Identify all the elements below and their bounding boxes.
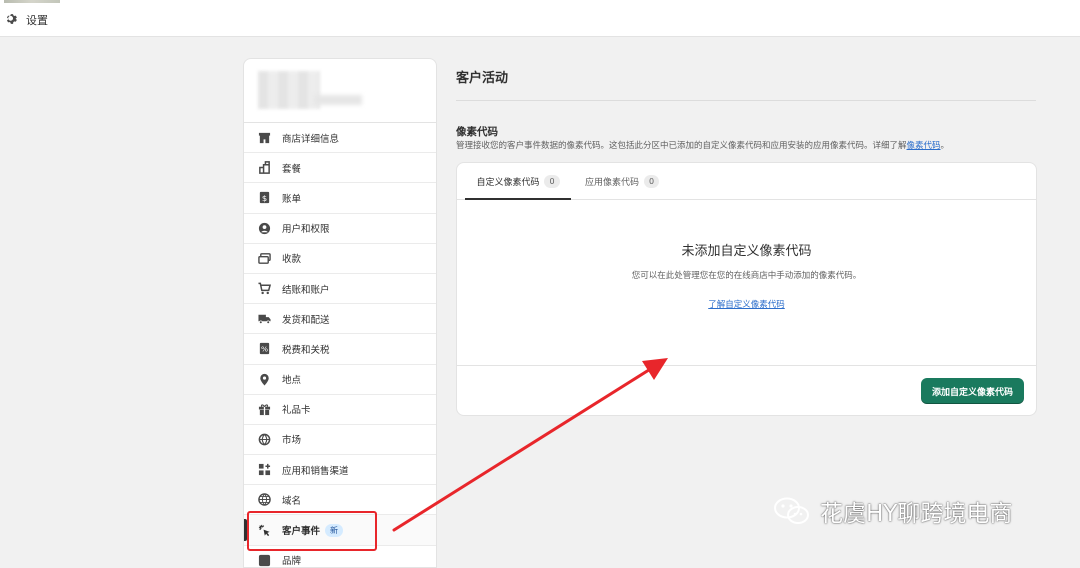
tab-app-pixels[interactable]: 应用像素代码 0 xyxy=(585,163,660,199)
sidebar-item-label: 地点 xyxy=(282,375,302,387)
page-title: 客户活动 xyxy=(456,71,509,86)
pixel-tabs: 自定义像素代码 0 应用像素代码 0 xyxy=(457,163,1036,200)
brand-icon xyxy=(257,553,271,567)
sidebar-item-label: 税费和关税 xyxy=(282,344,330,356)
gift-icon xyxy=(257,402,271,416)
sidebar-item-users[interactable]: 用户和权限 xyxy=(244,214,436,244)
tab-count: 0 xyxy=(644,174,660,188)
sidebar-item-apps[interactable]: 应用和销售渠道 xyxy=(244,455,436,486)
sidebar-item-gift-cards[interactable]: 礼品卡 xyxy=(244,395,436,425)
sidebar-item-payments[interactable]: 收款 xyxy=(244,244,436,274)
description-suffix: 。 xyxy=(940,141,950,151)
location-icon xyxy=(257,372,271,386)
description-text: 管理接收您的客户事件数据的像素代码。这包括此分区中已添加的自定义像素代码和应用安… xyxy=(456,141,907,151)
learn-custom-pixels-link[interactable]: 了解自定义像素代码 xyxy=(457,298,1036,310)
sidebar-item-store-details[interactable]: 商店详细信息 xyxy=(244,123,436,154)
sidebar-item-label: 收款 xyxy=(282,254,302,266)
sidebar-item-label: 用户和权限 xyxy=(282,224,330,236)
pixels-learn-more-link[interactable]: 像素代码 xyxy=(907,141,941,151)
billing-icon: $ xyxy=(257,191,271,205)
card-footer-divider xyxy=(457,365,1036,366)
cart-icon xyxy=(257,282,271,296)
svg-text:$: $ xyxy=(261,193,266,203)
tax-icon: % xyxy=(257,342,271,356)
store-header[interactable] xyxy=(244,59,436,123)
wechat-icon xyxy=(774,497,809,524)
sidebar-item-label: 账单 xyxy=(282,193,302,205)
sidebar-item-label: 品牌 xyxy=(282,556,302,568)
sidebar-item-label: 套餐 xyxy=(282,163,302,175)
tab-count: 0 xyxy=(544,174,560,188)
domain-icon xyxy=(257,493,271,507)
sidebar-item-plan[interactable]: 套餐 xyxy=(244,153,436,184)
settings-sidebar: 商店详细信息 套餐 $ 账单 用户和权限 收款 结账和账户 发货和配送 % 税费… xyxy=(243,58,437,568)
blurred-store-name xyxy=(314,95,362,105)
add-custom-pixel-button[interactable]: 添加自定义像素代码 xyxy=(920,378,1024,404)
sidebar-item-shipping[interactable]: 发货和配送 xyxy=(244,304,436,335)
sidebar-item-locations[interactable]: 地点 xyxy=(244,365,436,395)
empty-state-title: 未添加自定义像素代码 xyxy=(681,244,812,259)
watermark-text: 花虞HY聊跨境电商 xyxy=(820,501,1013,527)
plan-icon xyxy=(257,161,271,175)
blurred-store-logo xyxy=(258,71,320,109)
sidebar-item-checkout[interactable]: 结账和账户 xyxy=(244,274,436,305)
svg-text:%: % xyxy=(260,345,267,354)
store-icon xyxy=(257,131,271,145)
pixels-section-description: 管理接收您的客户事件数据的像素代码。这包括此分区中已添加的自定义像素代码和应用安… xyxy=(456,139,949,151)
user-icon xyxy=(257,221,271,235)
payments-icon xyxy=(257,251,271,265)
watermark: 花虞HY聊跨境电商 xyxy=(772,494,1012,528)
annotation-highlight-box xyxy=(247,511,377,551)
sidebar-item-label: 结账和账户 xyxy=(282,284,330,296)
title-divider xyxy=(456,100,1036,101)
globe-icon xyxy=(257,432,271,446)
sidebar-item-label: 域名 xyxy=(282,495,302,507)
sidebar-item-taxes[interactable]: % 税费和关税 xyxy=(244,334,436,365)
sidebar-item-label: 发货和配送 xyxy=(282,314,330,326)
blurred-strip xyxy=(4,0,60,3)
gear-icon[interactable] xyxy=(5,12,19,26)
top-bar: 设置 xyxy=(0,0,1080,37)
tab-label: 自定义像素代码 xyxy=(476,177,540,188)
truck-icon xyxy=(257,312,271,326)
sidebar-item-markets[interactable]: 市场 xyxy=(244,425,436,456)
sidebar-item-label: 市场 xyxy=(282,435,302,447)
sidebar-item-label: 应用和销售渠道 xyxy=(282,465,349,477)
tab-custom-pixels[interactable]: 自定义像素代码 0 xyxy=(465,163,571,200)
tab-label: 应用像素代码 xyxy=(585,177,640,188)
sidebar-item-label: 礼品卡 xyxy=(282,405,311,417)
settings-title: 设置 xyxy=(26,14,48,27)
apps-icon xyxy=(257,463,271,477)
empty-state-description: 您可以在此处管理您在您的在线商店中手动添加的像素代码。 xyxy=(631,271,862,281)
pixels-section-title: 像素代码 xyxy=(456,126,498,138)
sidebar-item-label: 商店详细信息 xyxy=(282,133,340,145)
pixels-card: 自定义像素代码 0 应用像素代码 0 未添加自定义像素代码 您可以在此处管理您在… xyxy=(456,162,1037,416)
sidebar-item-billing[interactable]: $ 账单 xyxy=(244,183,436,214)
